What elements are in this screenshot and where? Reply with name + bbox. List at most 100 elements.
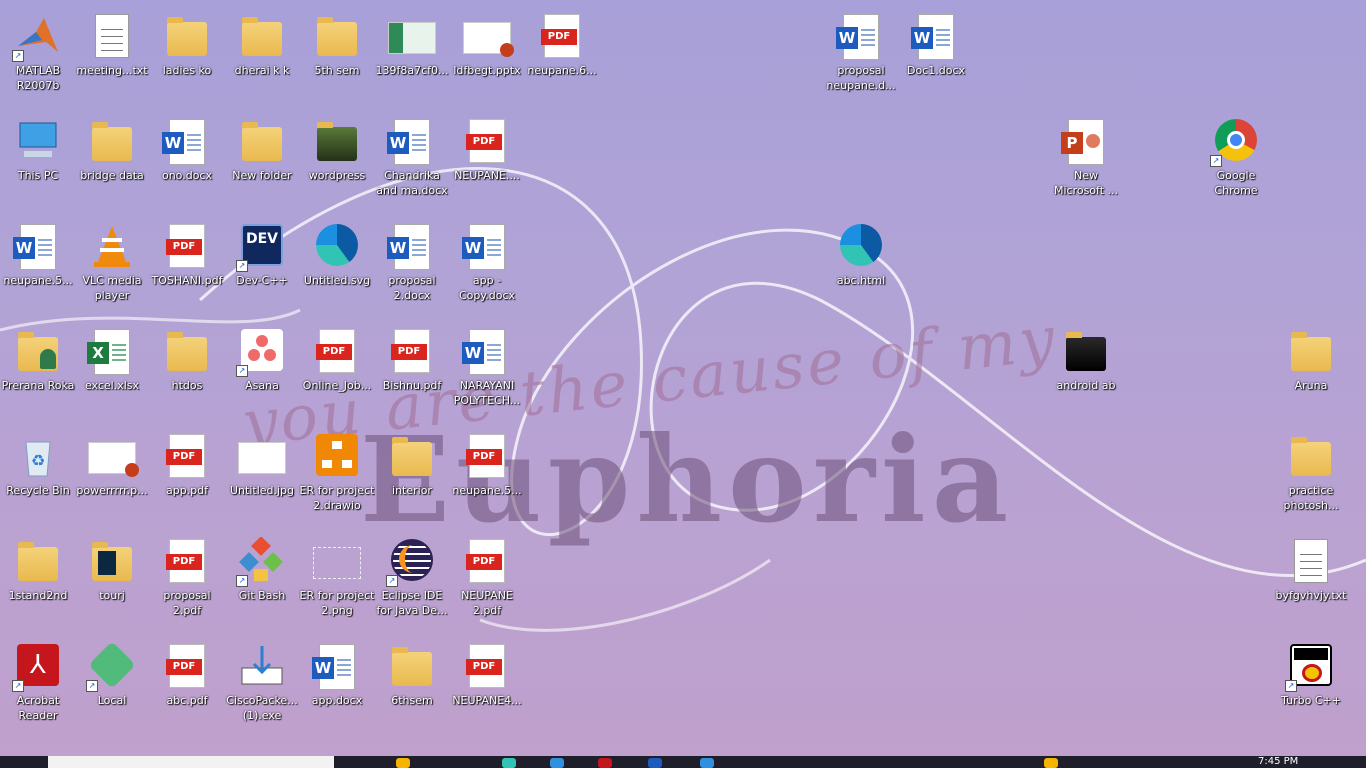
- user-folder-icon: [14, 327, 62, 375]
- desktop-icon-google-chrome[interactable]: ↗ Google Chrome: [1198, 111, 1274, 211]
- desktop-icon-dherai-k-k[interactable]: dherai k k: [224, 6, 300, 106]
- desktop-icon-ono-docx[interactable]: W ono.docx: [149, 111, 225, 211]
- pdf-file-icon: PDF: [163, 432, 211, 480]
- pdf-file-icon: PDF: [463, 432, 511, 480]
- icon-label: neupane.5...: [3, 274, 73, 287]
- pdf-file-icon: PDF: [538, 12, 586, 60]
- desktop-icon-toshani-pdf[interactable]: PDF TOSHANI.pdf: [149, 216, 225, 316]
- word-taskbar-icon[interactable]: [648, 758, 662, 768]
- desktop-icon-local[interactable]: ↗ Local: [74, 636, 150, 736]
- desktop-icon-proposal-2-pdf[interactable]: PDF proposal 2.pdf: [149, 531, 225, 631]
- icon-label: interior: [392, 484, 432, 497]
- chrome-icon: ↗: [1210, 117, 1260, 167]
- tray-icon[interactable]: [1044, 758, 1058, 768]
- desktop-icon-new-microsoft-pptx[interactable]: P New Microsoft ...: [1048, 111, 1124, 211]
- folder-icon: [238, 117, 286, 165]
- git-bash-icon: ↗: [236, 536, 286, 587]
- desktop-icon-app-docx[interactable]: W app.docx: [299, 636, 375, 736]
- desktop-icon-aruna[interactable]: Aruna: [1273, 321, 1349, 421]
- desktop-icon-prerana-roka[interactable]: Prerana Roka: [0, 321, 76, 421]
- desktop-icon-untitled-jpg[interactable]: Untitled.jpg: [224, 426, 300, 526]
- desktop-icon-neupane-5-docx[interactable]: W neupane.5...: [0, 216, 76, 316]
- desktop-icon-this-pc[interactable]: This PC: [0, 111, 76, 211]
- icon-label: NEUPANE....: [454, 169, 520, 182]
- file-explorer-taskbar-icon[interactable]: [396, 758, 410, 768]
- icon-label: android ab: [1056, 379, 1116, 392]
- icon-label: Local: [97, 694, 127, 707]
- desktop-icon-online-job[interactable]: PDF Online_Job...: [299, 321, 375, 421]
- taskbar-search-box[interactable]: [48, 756, 334, 768]
- desktop-icon-practice-photoshop[interactable]: practice photosh...: [1273, 426, 1349, 526]
- desktop-icon-vlc[interactable]: VLC media player: [74, 216, 150, 316]
- edge-taskbar-icon[interactable]: [502, 758, 516, 768]
- desktop-icon-5th-sem[interactable]: 5th sem: [299, 6, 375, 106]
- desktop-icon-android-ab[interactable]: android ab: [1048, 321, 1124, 421]
- desktop-icon-neupane4[interactable]: PDF NEUPANE4...: [449, 636, 525, 736]
- desktop-icon-new-folder[interactable]: New folder: [224, 111, 300, 211]
- desktop-icon-asana[interactable]: ↗ Asana: [224, 321, 300, 421]
- desktop-icon-narayani[interactable]: W NARAYANI POLYTECH...: [449, 321, 525, 421]
- desktop-icon-chandrika[interactable]: W Chandrika and ma.docx: [374, 111, 450, 211]
- desktop-icon-bridge-data[interactable]: bridge data: [74, 111, 150, 211]
- store-taskbar-icon[interactable]: [550, 758, 564, 768]
- word-file-icon: W: [836, 12, 885, 60]
- taskbar-clock[interactable]: 7:45 PM: [1258, 756, 1298, 768]
- desktop-icon-neupane-pdf[interactable]: PDF NEUPANE....: [449, 111, 525, 211]
- desktop-icon-untitled-svg[interactable]: Untitled.svg: [299, 216, 375, 316]
- desktop-icon-doc1[interactable]: W Doc1.docx: [898, 6, 974, 106]
- desktop-icon-recycle-bin[interactable]: ♻ Recycle Bin: [0, 426, 76, 526]
- desktop-icon-proposal-neupane[interactable]: W proposal neupane.d...: [823, 6, 899, 106]
- powerpoint-file-icon: [463, 12, 514, 60]
- icon-label: New Microsoft ...: [1053, 169, 1119, 197]
- desktop-icon-1stand2nd[interactable]: 1stand2nd: [0, 531, 76, 631]
- icon-label: TOSHANI.pdf: [151, 274, 223, 287]
- vscode-taskbar-icon[interactable]: [700, 758, 714, 768]
- app-taskbar-icon[interactable]: [598, 758, 612, 768]
- desktop-icon-6thsem[interactable]: 6thsem: [374, 636, 450, 736]
- desktop-icon-neupane-5-pdf[interactable]: PDF neupane.5...: [449, 426, 525, 526]
- desktop-icon-bishnu-pdf[interactable]: PDF Bishnu.pdf: [374, 321, 450, 421]
- folder-icon: [1287, 327, 1335, 375]
- desktop-icon-dev-cpp[interactable]: DEV ↗ Dev-C++: [224, 216, 300, 316]
- desktop-icon-ldfbegt-pptx[interactable]: ldfbegt.pptx: [449, 6, 525, 106]
- desktop-icon-byfgvhvjy-txt[interactable]: byfgvhvjy.txt: [1273, 531, 1349, 631]
- desktop-icon-er-png[interactable]: ER for project 2.png: [299, 531, 375, 631]
- desktop-icon-app-pdf[interactable]: PDF app.pdf: [149, 426, 225, 526]
- desktop-icon-acrobat-reader[interactable]: ⅄ ↗ Acrobat Reader: [0, 636, 76, 736]
- desktop-icon-neupane-6[interactable]: PDF neupane.6...: [524, 6, 600, 106]
- icon-label: proposal 2.pdf: [163, 589, 211, 617]
- text-file-icon: [88, 12, 136, 60]
- desktop-icon-proposal-2-docx[interactable]: W proposal 2.docx: [374, 216, 450, 316]
- icon-label: NARAYANI POLYTECH...: [453, 379, 521, 407]
- desktop-icon-image-139f8a7cf0[interactable]: 139f8a7cf0...: [374, 6, 450, 106]
- icon-label: excel.xlsx: [84, 379, 140, 392]
- edge-icon: [313, 222, 361, 270]
- desktop-icon-app-copy-docx[interactable]: W app - Copy.docx: [449, 216, 525, 316]
- dev-cpp-icon: DEV ↗: [236, 222, 286, 272]
- desktop-icon-excel-xlsx[interactable]: X excel.xlsx: [74, 321, 150, 421]
- desktop-icon-meeting-txt[interactable]: meeting...txt: [74, 6, 150, 106]
- pdf-file-icon: PDF: [313, 327, 361, 375]
- desktop-icon-neupane-2-pdf[interactable]: PDF NEUPANE 2.pdf: [449, 531, 525, 631]
- word-file-icon: W: [462, 222, 511, 270]
- desktop-icon-tourj[interactable]: tourj: [74, 531, 150, 631]
- desktop-icon-powerrrrr[interactable]: powerrrrr.p...: [74, 426, 150, 526]
- drawio-icon: [313, 432, 361, 480]
- desktop-icon-turbo-cpp[interactable]: ↗ Turbo C++: [1273, 636, 1349, 736]
- vlc-icon: [88, 222, 136, 270]
- desktop-icon-htdos[interactable]: htdos: [149, 321, 225, 421]
- computer-icon: [14, 117, 62, 165]
- desktop-icon-interior[interactable]: interior: [374, 426, 450, 526]
- pdf-file-icon: PDF: [388, 327, 436, 375]
- desktop-icon-eclipse[interactable]: ↗ Eclipse IDE for Java De...: [374, 531, 450, 631]
- desktop-icon-abc-pdf[interactable]: PDF abc.pdf: [149, 636, 225, 736]
- desktop-icon-ladies-ko[interactable]: ladies ko: [149, 6, 225, 106]
- desktop[interactable]: you are the cause of my Euphoria ↗ MATLA…: [0, 0, 1366, 756]
- desktop-icon-abc-html[interactable]: abc.html: [823, 216, 899, 316]
- desktop-icon-ciscopacket-exe[interactable]: CiscoPacke... (1).exe: [224, 636, 300, 736]
- desktop-icon-er-drawio[interactable]: ER for project 2.drawio: [299, 426, 375, 526]
- desktop-icon-matlab[interactable]: ↗ MATLAB R2007b: [0, 6, 76, 106]
- desktop-icon-wordpress[interactable]: wordpress: [299, 111, 375, 211]
- image-thumbnail-icon: [313, 537, 361, 585]
- desktop-icon-git-bash[interactable]: ↗ Git Bash: [224, 531, 300, 631]
